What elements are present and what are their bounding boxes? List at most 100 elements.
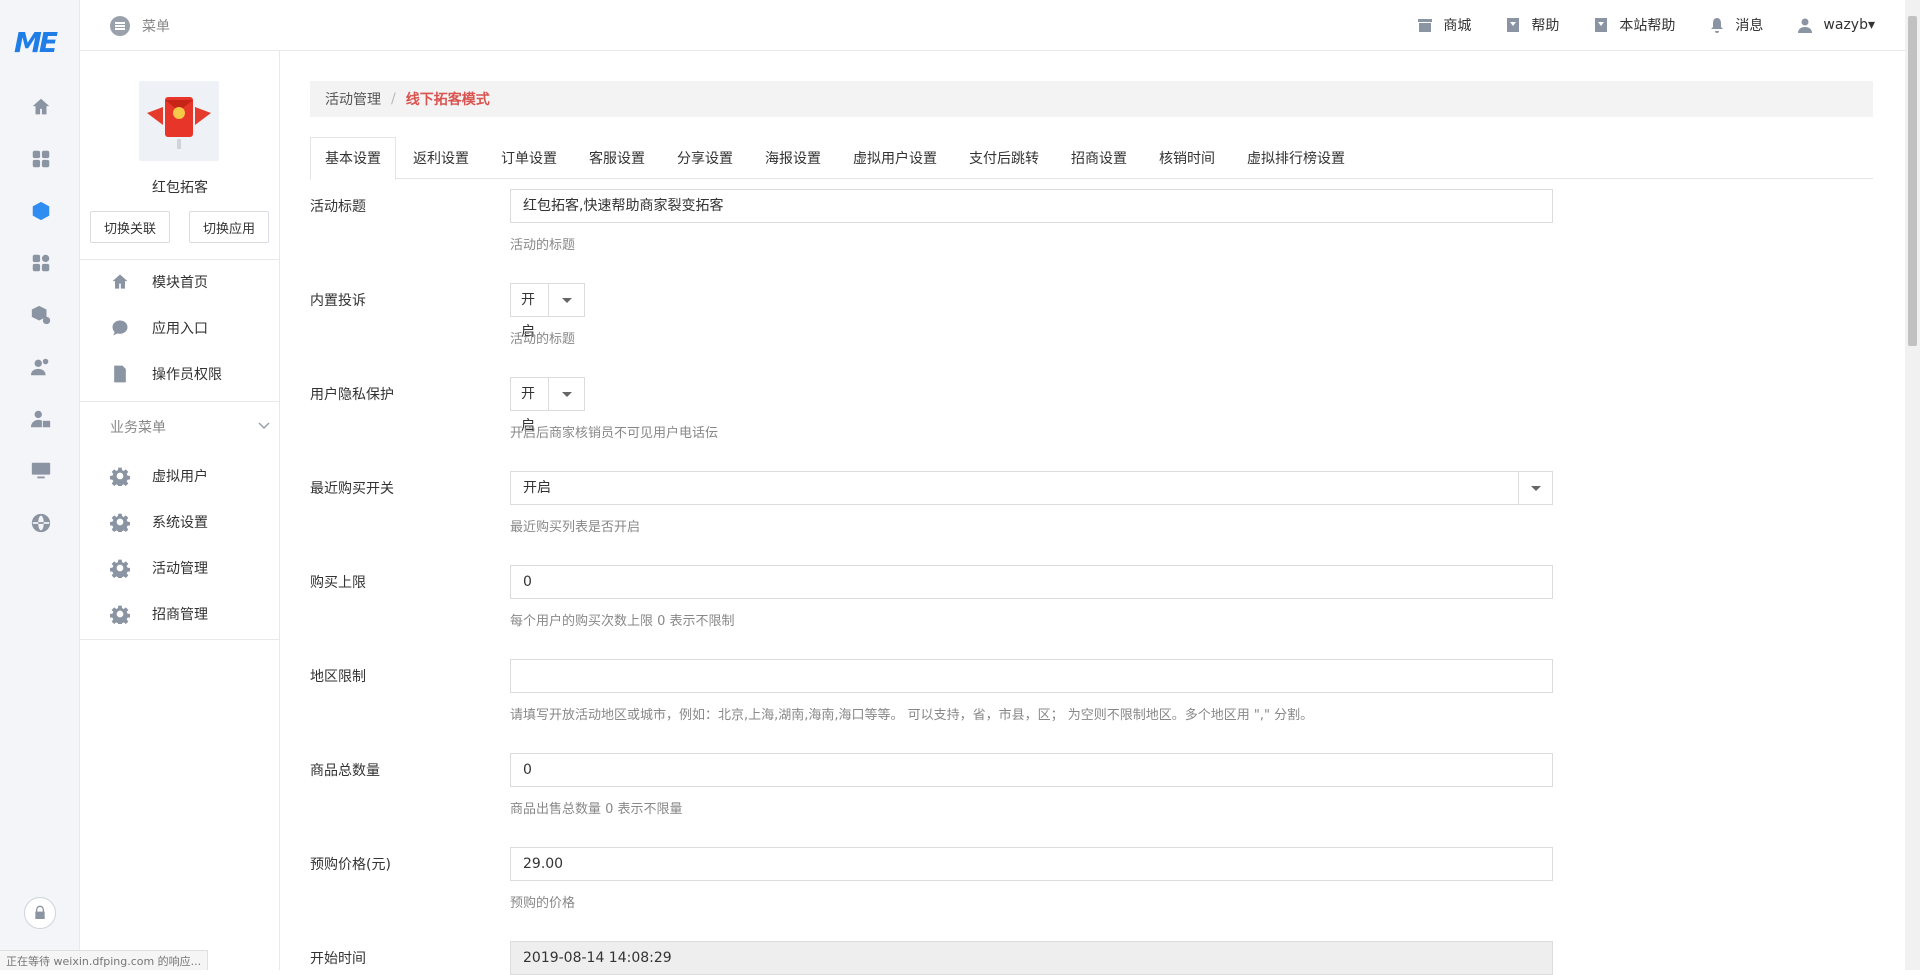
- business-menu-group[interactable]: 业务菜单: [110, 417, 270, 437]
- store-icon: [1417, 17, 1433, 33]
- red-envelope-icon: [147, 97, 211, 149]
- app-logo[interactable]: ME: [14, 26, 66, 59]
- menu-label: 菜单: [142, 19, 170, 35]
- tab-poster[interactable]: 海报设置: [750, 137, 836, 179]
- scrollbar-thumb[interactable]: [1908, 16, 1917, 346]
- icon-rail: ME: [0, 0, 80, 970]
- menu-icon: [110, 16, 130, 36]
- sidebar-item-virtual-users[interactable]: 虚拟用户: [110, 466, 208, 486]
- home-icon[interactable]: [28, 94, 54, 120]
- sidebar-item-label: 招商管理: [152, 607, 208, 623]
- breadcrumb-parent[interactable]: 活动管理: [325, 89, 381, 109]
- user-lock-icon[interactable]: [28, 406, 54, 432]
- tab-basic[interactable]: 基本设置: [310, 137, 396, 180]
- nav-site-help-label: 本站帮助: [1619, 18, 1676, 34]
- breadcrumb: 活动管理 / 线下拓客模式: [310, 81, 1873, 117]
- switch-app-button[interactable]: 切换应用: [189, 211, 269, 243]
- tab-verify-time[interactable]: 核销时间: [1144, 137, 1230, 179]
- sidebar-item-label: 模块首页: [152, 275, 208, 291]
- privacy-select[interactable]: 开启: [510, 377, 585, 434]
- nav-help[interactable]: 帮助: [1505, 15, 1559, 35]
- nav-store[interactable]: 商城: [1417, 15, 1471, 35]
- sidebar-item-operator-permissions[interactable]: 操作员权限: [110, 364, 222, 384]
- bell-icon: [1709, 17, 1725, 33]
- field-label: 地区限制: [310, 669, 366, 685]
- sidebar-item-label: 系统设置: [152, 515, 208, 531]
- site-help-icon: [1593, 17, 1609, 33]
- field-help: 商品出售总数量 0 表示不限量: [510, 802, 683, 817]
- nav-help-label: 帮助: [1531, 18, 1560, 34]
- tab-merchant[interactable]: 招商设置: [1056, 137, 1142, 179]
- sidebar-item-activity-management[interactable]: 活动管理: [110, 558, 208, 578]
- box-settings-icon[interactable]: [28, 302, 54, 328]
- sidebar-item-merchant-management[interactable]: 招商管理: [110, 604, 208, 624]
- field-label: 商品总数量: [310, 763, 380, 779]
- tab-order[interactable]: 订单设置: [486, 137, 572, 179]
- sidebar-item-label: 应用入口: [152, 321, 208, 337]
- tab-rebate[interactable]: 返利设置: [398, 137, 484, 179]
- chevron-down-icon: [258, 422, 270, 430]
- browser-status-bar: 正在等待 weixin.dfping.com 的响应...: [0, 950, 209, 970]
- top-nav: 商城 帮助 本站帮助 消息 wazyb▾: [1383, 15, 1875, 35]
- select-value: 开启: [523, 480, 551, 496]
- tab-post-pay-redirect[interactable]: 支付后跳转: [954, 137, 1054, 179]
- field-label: 最近购买开关: [310, 481, 394, 497]
- module-sidebar: 红包拓客 切换关联 切换应用 模块首页 应用入口 操作员权限 业务菜单 虚拟用户…: [80, 51, 280, 970]
- apps-icon[interactable]: [28, 146, 54, 172]
- price-input[interactable]: 29.00: [510, 847, 1553, 881]
- sidebar-item-module-home[interactable]: 模块首页: [110, 272, 208, 292]
- sidebar-item-label: 活动管理: [152, 561, 208, 577]
- plugins-icon[interactable]: [28, 250, 54, 276]
- breadcrumb-current: 线下拓客模式: [405, 92, 490, 108]
- complaint-select[interactable]: 开启: [510, 283, 585, 340]
- gear-icon: [110, 604, 130, 624]
- region-input[interactable]: [510, 659, 1553, 693]
- app-name: 红包拓客: [152, 180, 208, 196]
- tab-share[interactable]: 分享设置: [662, 137, 748, 179]
- help-icon: [1505, 17, 1521, 33]
- chevron-down-icon: [549, 284, 584, 316]
- globe-icon[interactable]: [28, 510, 54, 536]
- breadcrumb-separator: /: [391, 91, 396, 107]
- monitor-icon[interactable]: [28, 458, 54, 484]
- buy-limit-input[interactable]: 0: [510, 565, 1553, 599]
- gear-icon: [110, 512, 130, 532]
- nav-store-label: 商城: [1443, 18, 1472, 34]
- nav-messages[interactable]: 消息: [1709, 15, 1763, 35]
- recent-buy-select[interactable]: 开启: [510, 471, 1553, 505]
- switch-link-button[interactable]: 切换关联: [90, 211, 170, 243]
- users-icon[interactable]: [28, 354, 54, 380]
- field-help: 请填写开放活动地区或城市，例如：北京,上海,湖南,海南,海口等等。 可以支持，省…: [510, 708, 1314, 723]
- field-label: 购买上限: [310, 575, 366, 591]
- cube-icon[interactable]: [28, 198, 54, 224]
- sidebar-item-system-settings[interactable]: 系统设置: [110, 512, 208, 532]
- gear-icon: [110, 558, 130, 578]
- group-label: 业务菜单: [110, 420, 166, 436]
- sidebar-divider: [80, 639, 279, 640]
- field-help: 预购的价格: [510, 896, 576, 911]
- menu-toggle[interactable]: 菜单: [110, 16, 170, 36]
- stock-input[interactable]: 0: [510, 753, 1553, 787]
- tab-virtual-user[interactable]: 虚拟用户设置: [838, 137, 952, 179]
- lock-icon[interactable]: [24, 897, 56, 929]
- home-icon: [110, 272, 130, 292]
- nav-messages-label: 消息: [1735, 18, 1764, 34]
- tab-customer-service[interactable]: 客服设置: [574, 137, 660, 179]
- tab-virtual-ranking[interactable]: 虚拟排行榜设置: [1232, 137, 1360, 179]
- sidebar-item-app-entry[interactable]: 应用入口: [110, 318, 208, 338]
- gear-icon: [110, 466, 130, 486]
- field-help: 活动的标题: [510, 238, 576, 253]
- sidebar-item-label: 操作员权限: [152, 367, 222, 383]
- top-bar: 菜单 商城 帮助 本站帮助 消息 wazyb▾: [80, 0, 1905, 51]
- nav-site-help[interactable]: 本站帮助: [1593, 15, 1675, 35]
- title-input[interactable]: 红包拓客,快速帮助商家裂变拓客: [510, 189, 1553, 223]
- user-icon: [1797, 17, 1813, 33]
- nav-user-label: wazyb▾: [1823, 17, 1875, 33]
- field-label: 用户隐私保护: [310, 387, 394, 403]
- field-label: 预购价格(元): [310, 857, 391, 873]
- field-help: 最近购买列表是否开启: [510, 520, 641, 535]
- vertical-scrollbar[interactable]: [1905, 0, 1920, 970]
- main-content: 活动管理 / 线下拓客模式 基本设置 返利设置 订单设置 客服设置 分享设置 海…: [310, 51, 1875, 975]
- select-value: 开启: [511, 378, 549, 434]
- nav-user[interactable]: wazyb▾: [1797, 17, 1875, 33]
